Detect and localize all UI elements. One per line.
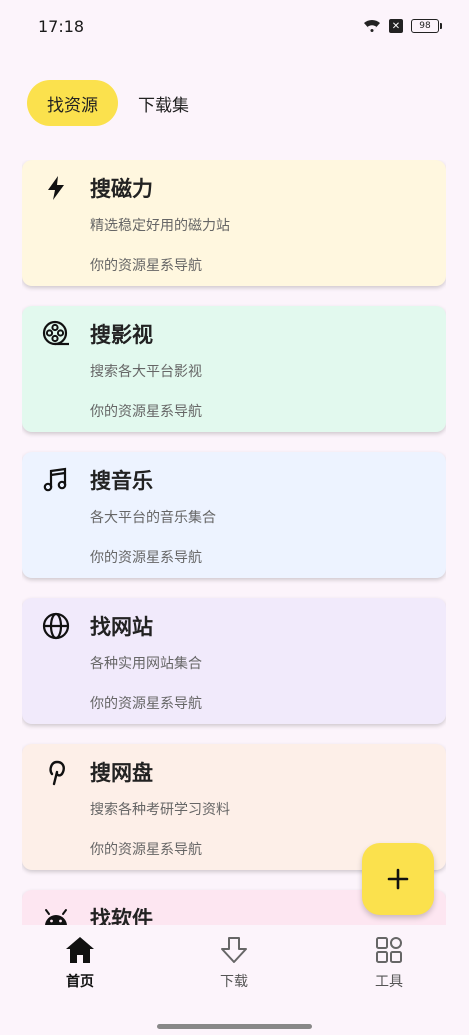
card-description: 精选稳定好用的磁力站 — [90, 218, 230, 234]
card-footer: 你的资源星系导航 — [90, 842, 202, 858]
battery-indicator: 98 — [411, 19, 442, 33]
nav-home[interactable]: 首页 — [30, 935, 130, 995]
plus-icon — [387, 868, 409, 890]
music-note-icon — [43, 467, 67, 492]
home-indicator[interactable] — [157, 1024, 312, 1029]
pinterest-icon — [49, 760, 65, 786]
no-sim-icon: ✕ — [389, 19, 403, 33]
card-description: 各种实用网站集合 — [90, 656, 202, 672]
add-fab-button[interactable] — [362, 843, 434, 915]
card-footer: 你的资源星系导航 — [90, 404, 202, 420]
android-icon — [45, 909, 67, 925]
nav-download-label: 下载 — [220, 974, 248, 990]
card-description: 各大平台的音乐集合 — [90, 510, 216, 526]
card-title: 搜磁力 — [90, 177, 153, 201]
card-title: 找软件 — [90, 907, 153, 925]
card-description: 搜索各大平台影视 — [90, 364, 202, 380]
nav-tools[interactable]: 工具 — [339, 935, 439, 995]
lightning-icon — [48, 176, 64, 200]
card-title: 搜网盘 — [90, 761, 153, 785]
card-video[interactable]: 搜影视 搜索各大平台影视 你的资源星系导航 — [22, 306, 446, 432]
nav-tools-label: 工具 — [375, 974, 403, 990]
card-magnet[interactable]: 搜磁力 精选稳定好用的磁力站 你的资源星系导航 — [22, 160, 446, 286]
download-icon — [221, 937, 247, 963]
card-description: 搜索各种考研学习资料 — [90, 802, 230, 818]
grid-icon — [376, 937, 402, 963]
card-title: 搜音乐 — [90, 469, 153, 493]
status-icons: ✕ 98 — [363, 17, 442, 35]
tab-find-resources[interactable]: 找资源 — [27, 80, 118, 126]
tab-bar: 找资源 下载集 — [27, 80, 209, 126]
bottom-navigation: 首页 下载 工具 — [0, 925, 469, 1035]
card-footer: 你的资源星系导航 — [90, 550, 202, 566]
wifi-icon — [364, 19, 380, 32]
globe-icon — [42, 612, 70, 640]
nav-home-label: 首页 — [66, 974, 94, 990]
resource-card-list: 搜磁力 精选稳定好用的磁力站 你的资源星系导航 搜影视 搜索各大平台影视 你的资… — [22, 160, 446, 925]
film-reel-icon — [42, 320, 69, 346]
home-icon — [66, 937, 94, 963]
card-websites[interactable]: 找网站 各种实用网站集合 你的资源星系导航 — [22, 598, 446, 724]
tab-download-collection[interactable]: 下载集 — [118, 80, 209, 126]
status-time: 17:18 — [38, 17, 85, 36]
card-footer: 你的资源星系导航 — [90, 258, 202, 274]
card-music[interactable]: 搜音乐 各大平台的音乐集合 你的资源星系导航 — [22, 452, 446, 578]
card-title: 找网站 — [90, 615, 153, 639]
nav-download[interactable]: 下载 — [184, 935, 284, 995]
status-bar: 17:18 ✕ 98 — [0, 0, 469, 52]
card-title: 搜影视 — [90, 323, 153, 347]
card-footer: 你的资源星系导航 — [90, 696, 202, 712]
